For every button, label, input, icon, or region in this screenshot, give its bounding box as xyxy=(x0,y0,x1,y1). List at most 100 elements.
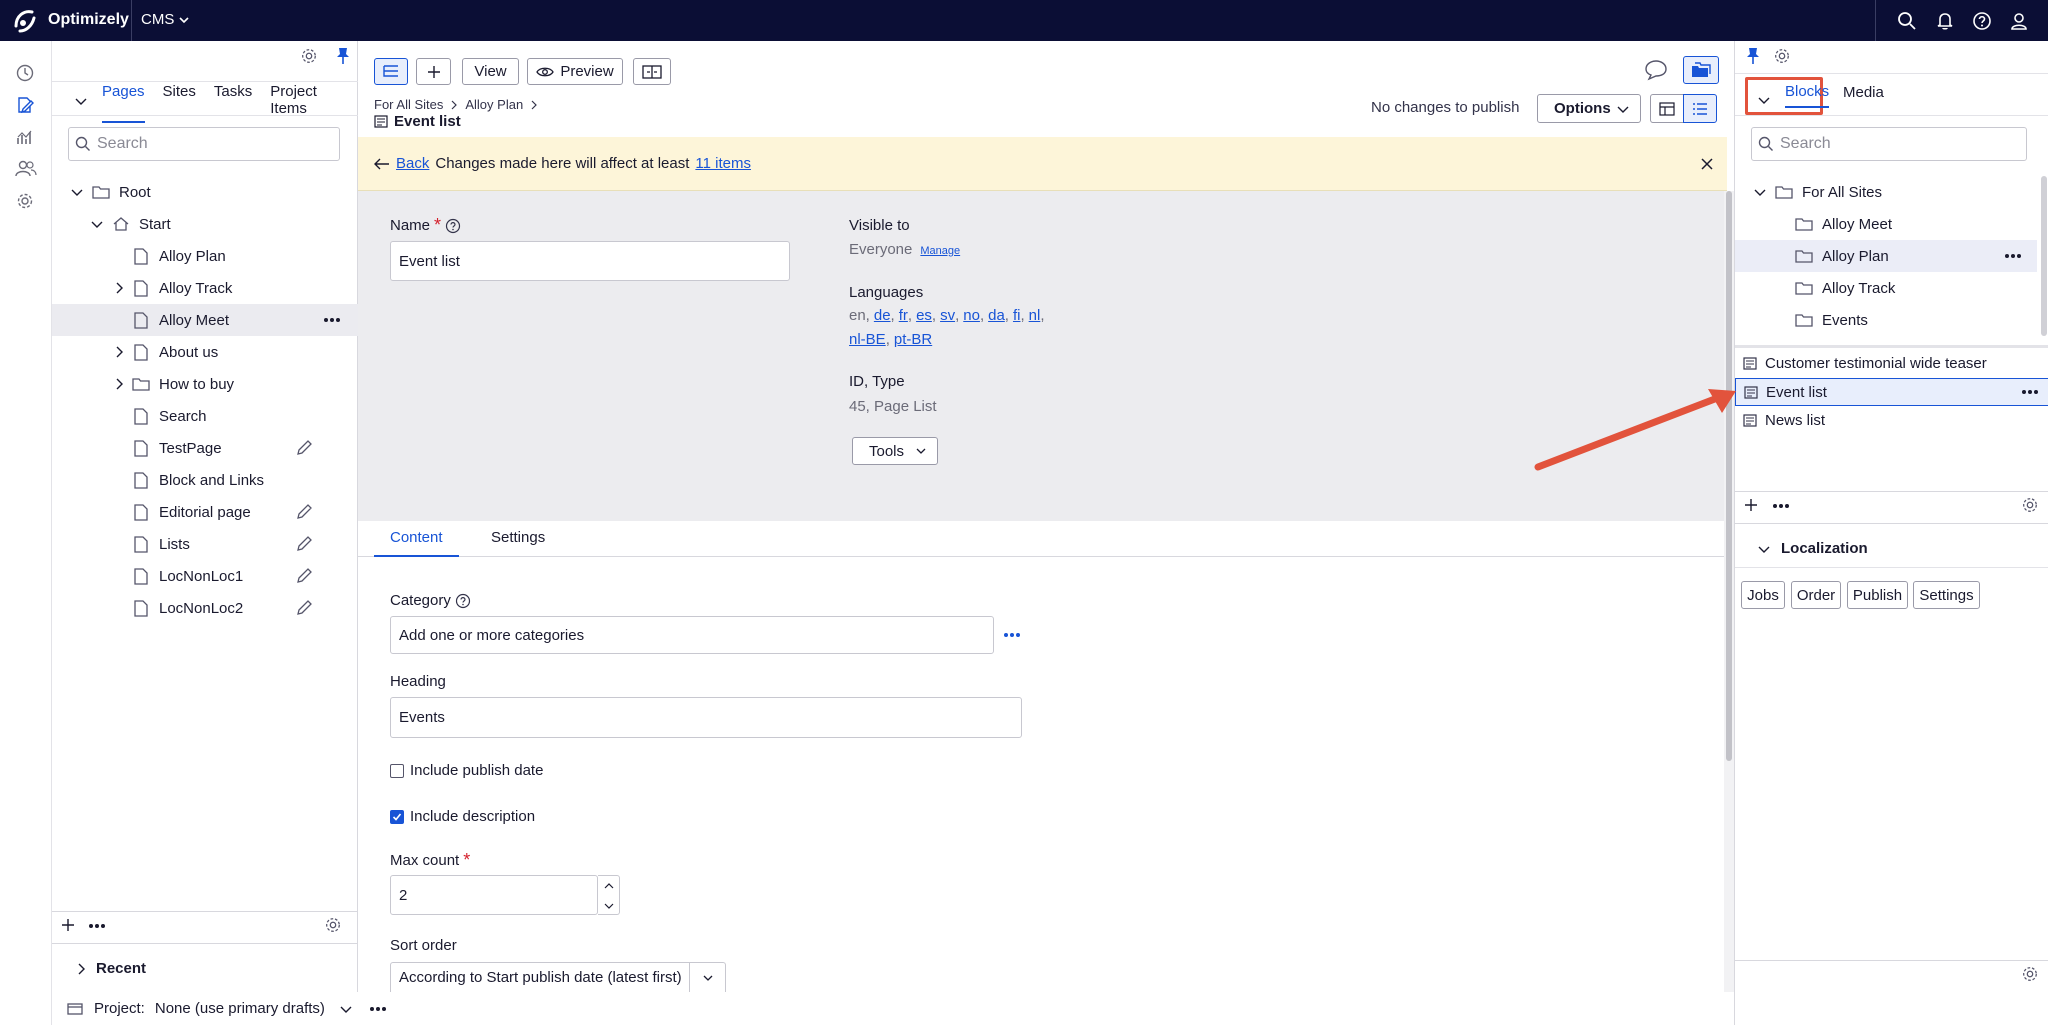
block-item-customer-testimonial[interactable]: Customer testimonial wide teaser xyxy=(1735,349,2048,377)
tab-pages[interactable]: Pages xyxy=(102,83,145,123)
pin-icon[interactable] xyxy=(1744,46,1762,66)
page-tree-search-input[interactable]: Search xyxy=(68,127,340,161)
more-options-icon[interactable] xyxy=(2004,253,2022,259)
language-link[interactable]: da xyxy=(988,307,1005,324)
tab-blocks[interactable]: Blocks xyxy=(1785,83,1830,108)
tree-node-lists[interactable]: Lists xyxy=(52,528,358,560)
breadcrumb-item[interactable]: Alloy Plan xyxy=(465,97,523,112)
chevron-up-icon[interactable] xyxy=(598,876,619,896)
heading-input[interactable]: Events xyxy=(390,697,1022,738)
folder-tree-scrollbar[interactable] xyxy=(2041,176,2047,336)
help-icon[interactable] xyxy=(455,593,471,609)
chevron-down-icon[interactable] xyxy=(1753,185,1767,199)
language-link[interactable]: sv xyxy=(940,307,955,324)
help-icon[interactable] xyxy=(1972,11,1992,31)
tab-content[interactable]: Content xyxy=(374,529,459,557)
language-link[interactable]: pt-BR xyxy=(894,331,932,348)
language-link[interactable]: no xyxy=(963,307,980,324)
tree-node-locnonloc2[interactable]: LocNonLoc2 xyxy=(52,592,358,624)
more-options-icon[interactable] xyxy=(2021,389,2039,395)
product-switcher[interactable]: CMS xyxy=(141,11,190,28)
tree-node-alloy-track[interactable]: Alloy Track xyxy=(52,272,358,304)
splitter[interactable] xyxy=(1735,345,2048,348)
localization-jobs-button[interactable]: Jobs xyxy=(1741,581,1785,609)
tab-project-items[interactable]: Project Items xyxy=(270,83,357,123)
tab-media[interactable]: Media xyxy=(1843,84,1884,101)
include-publish-date-checkbox[interactable] xyxy=(390,763,404,778)
language-link[interactable]: de xyxy=(874,307,891,324)
dashboard-icon[interactable] xyxy=(15,63,35,83)
language-link[interactable]: es xyxy=(916,307,932,324)
collapse-chevron-icon[interactable] xyxy=(74,94,88,108)
settings-gear-icon[interactable] xyxy=(15,191,35,211)
search-icon[interactable] xyxy=(1897,11,1917,31)
add-icon[interactable] xyxy=(1743,497,1759,513)
preview-button[interactable]: Preview xyxy=(527,58,623,85)
chevron-down-icon[interactable] xyxy=(70,185,84,199)
all-properties-toggle-button[interactable] xyxy=(1683,94,1717,123)
chevron-down-icon[interactable] xyxy=(90,217,104,231)
options-button[interactable]: Options xyxy=(1537,94,1641,123)
folder-events[interactable]: Events xyxy=(1735,304,2037,336)
manage-access-link[interactable]: Manage xyxy=(920,245,960,257)
language-link[interactable]: nl xyxy=(1029,307,1041,324)
affected-items-link[interactable]: 11 items xyxy=(695,155,751,172)
breadcrumb-item[interactable]: For All Sites xyxy=(374,97,443,112)
toggle-navigation-button[interactable] xyxy=(374,58,408,85)
localization-order-button[interactable]: Order xyxy=(1791,581,1841,609)
tree-node-editorial-page[interactable]: Editorial page xyxy=(52,496,358,528)
tree-node-testpage[interactable]: TestPage xyxy=(52,432,358,464)
chevron-right-icon[interactable] xyxy=(74,962,88,976)
max-count-stepper[interactable] xyxy=(598,875,620,915)
localization-publish-button[interactable]: Publish xyxy=(1847,581,1908,609)
localization-section-header[interactable]: Localization xyxy=(1781,540,1868,557)
gear-icon[interactable] xyxy=(2021,496,2039,514)
recent-section-header[interactable]: Recent xyxy=(96,960,146,977)
gear-icon[interactable] xyxy=(324,916,342,934)
folder-alloy-track[interactable]: Alloy Track xyxy=(1735,272,2037,304)
include-description-checkbox[interactable] xyxy=(390,809,404,824)
collapse-chevron-icon[interactable] xyxy=(1757,93,1771,107)
gear-icon[interactable] xyxy=(1773,47,1791,65)
add-button[interactable] xyxy=(416,58,451,85)
more-options-icon[interactable] xyxy=(88,923,106,929)
blocks-search-input[interactable]: Search xyxy=(1751,127,2027,161)
tree-node-root[interactable]: Root xyxy=(52,176,358,208)
tree-node-how-to-buy[interactable]: How to buy xyxy=(52,368,358,400)
tree-node-locnonloc1[interactable]: LocNonLoc1 xyxy=(52,560,358,592)
view-button[interactable]: View xyxy=(462,58,519,85)
chevron-down-icon[interactable] xyxy=(339,1002,353,1016)
language-link[interactable]: nl-BE xyxy=(849,331,886,348)
chevron-down-icon[interactable] xyxy=(1757,542,1771,556)
tree-node-alloy-meet[interactable]: Alloy Meet xyxy=(52,304,358,336)
localization-settings-button[interactable]: Settings xyxy=(1913,581,1980,609)
folder-alloy-meet[interactable]: Alloy Meet xyxy=(1735,208,2037,240)
sort-order-select[interactable]: According to Start publish date (latest … xyxy=(390,962,726,992)
language-link[interactable]: fi xyxy=(1013,307,1021,324)
add-icon[interactable] xyxy=(60,917,76,933)
block-item-news-list[interactable]: News list xyxy=(1735,406,2048,434)
bell-icon[interactable] xyxy=(1935,11,1955,31)
tree-node-alloy-plan[interactable]: Alloy Plan xyxy=(52,240,358,272)
chevron-down-icon[interactable] xyxy=(598,896,619,915)
more-options-icon[interactable] xyxy=(369,1006,387,1012)
help-icon[interactable] xyxy=(445,218,461,234)
users-icon[interactable] xyxy=(15,159,37,179)
tab-settings[interactable]: Settings xyxy=(491,529,545,546)
tree-node-block-and-links[interactable]: Block and Links xyxy=(52,464,358,496)
tools-dropdown-button[interactable]: Tools xyxy=(852,437,938,465)
block-item-event-list[interactable]: Event list xyxy=(1735,378,2048,406)
tree-node-start[interactable]: Start xyxy=(52,208,358,240)
more-options-icon[interactable] xyxy=(1772,503,1790,509)
gear-icon[interactable] xyxy=(2021,965,2039,983)
category-input[interactable]: Add one or more categories xyxy=(390,616,994,654)
folder-for-all-sites[interactable]: For All Sites xyxy=(1735,176,2037,208)
more-options-icon[interactable] xyxy=(1003,632,1021,638)
chevron-right-icon[interactable] xyxy=(112,345,126,359)
language-link[interactable]: fr xyxy=(899,307,908,324)
tab-sites[interactable]: Sites xyxy=(163,83,196,123)
back-link[interactable]: Back xyxy=(396,155,429,172)
pin-icon[interactable] xyxy=(334,46,352,66)
user-icon[interactable] xyxy=(2009,11,2029,31)
comment-icon[interactable] xyxy=(1643,59,1669,81)
